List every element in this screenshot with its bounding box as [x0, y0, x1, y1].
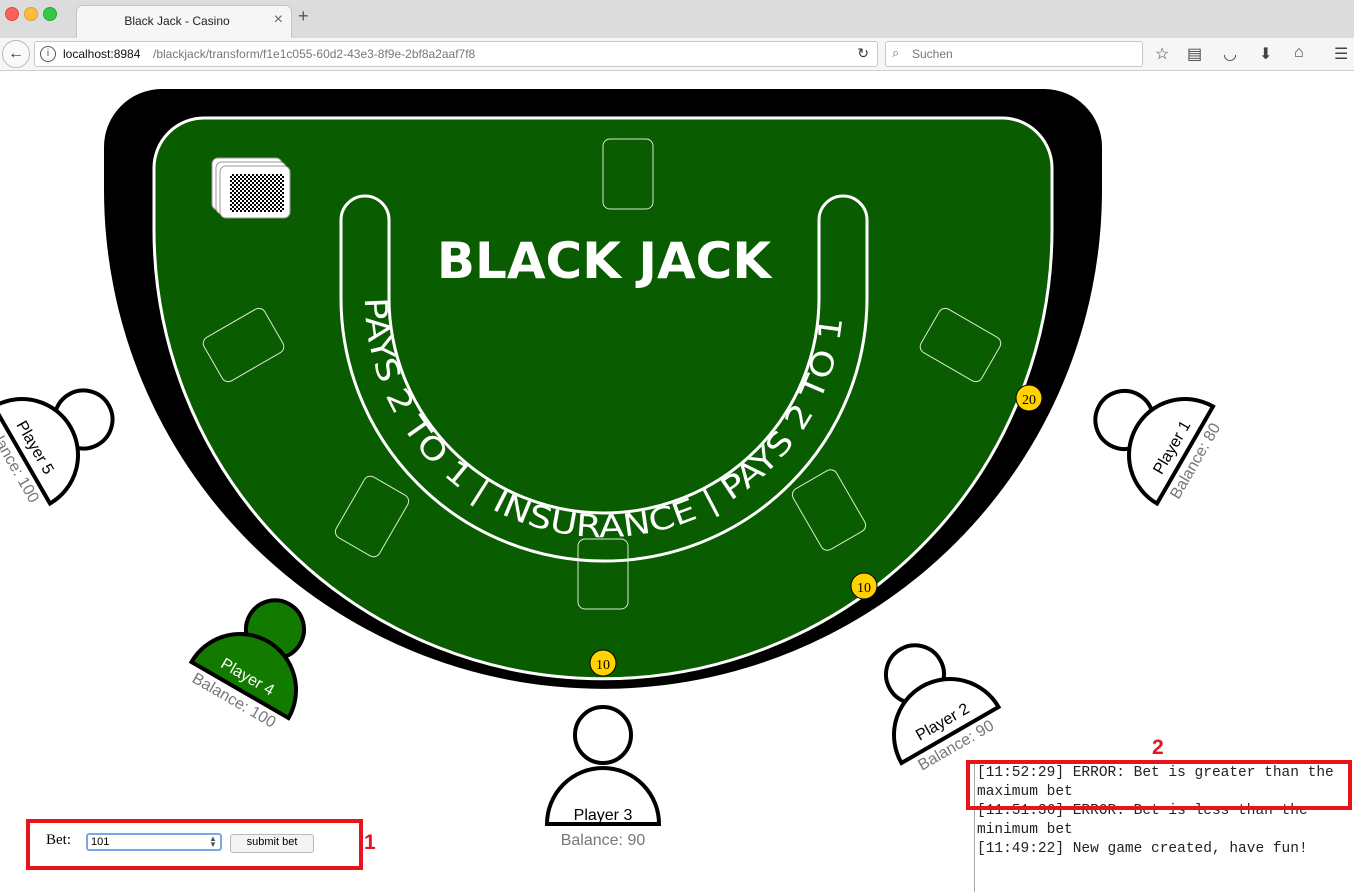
browser-toolbar: ← i localhost:8984 /blackjack/transform/… — [0, 38, 1354, 71]
player-balance: Balance: 90 — [561, 832, 646, 849]
back-button[interactable]: ← — [2, 40, 30, 68]
player-seat-4: Player 4 Balance: 100 — [188, 598, 306, 732]
svg-text:10: 10 — [596, 658, 610, 673]
card-deck[interactable] — [211, 157, 291, 219]
bet-annotation-number: 1 — [364, 831, 376, 854]
player-name: Player 3 — [574, 807, 633, 824]
maximize-window-button[interactable] — [43, 7, 57, 21]
reading-list-icon[interactable]: ▤ — [1187, 44, 1202, 64]
tab-title: Black Jack - Casino — [124, 14, 230, 28]
menu-icon[interactable]: ☰ — [1334, 44, 1348, 64]
chip: 10 — [589, 649, 617, 677]
player-seat-3: Player 3 Balance: 90 — [544, 705, 662, 849]
url-path: /blackjack/transform/f1e1c055-60d2-43e3-… — [153, 47, 476, 61]
search-bar[interactable]: ⌕ Suchen — [885, 41, 1143, 67]
browser-tab[interactable]: Black Jack - Casino × — [76, 5, 292, 39]
download-icon[interactable]: ⬇ — [1259, 44, 1272, 64]
minimize-window-button[interactable] — [24, 7, 38, 21]
url-host: localhost:8984 — [63, 47, 141, 61]
table-title: BLACK JACK — [437, 232, 774, 290]
search-placeholder: Suchen — [912, 47, 953, 61]
svg-text:10: 10 — [857, 581, 871, 596]
chip: 10 — [850, 572, 878, 600]
svg-text:20: 20 — [1022, 393, 1036, 408]
player-avatar-head — [573, 705, 633, 765]
home-icon[interactable]: ⌂ — [1294, 44, 1304, 62]
chip: 20 — [1015, 384, 1043, 412]
browser-tab-strip: Black Jack - Casino × + — [0, 0, 1354, 39]
player-seat-2: Player 2 Balance: 90 — [884, 643, 1002, 774]
new-tab-icon[interactable]: + — [298, 6, 309, 27]
player-seat-1: Player 1 Balance: 80 — [1093, 389, 1224, 507]
bet-annotation-box — [26, 819, 363, 870]
player-seat-5: Player 5 Balance: 100 — [0, 388, 115, 507]
url-bar[interactable]: i localhost:8984 /blackjack/transform/f1… — [34, 41, 878, 67]
log-annotation-box — [966, 760, 1352, 810]
close-window-button[interactable] — [5, 7, 19, 21]
reload-icon[interactable]: ↻ — [857, 45, 869, 62]
pocket-icon[interactable]: ◡ — [1223, 44, 1237, 64]
info-icon[interactable]: i — [40, 46, 56, 62]
search-icon: ⌕ — [892, 45, 900, 60]
log-annotation-number: 2 — [1152, 736, 1164, 759]
log-entry: [11:49:22] New game created, have fun! — [977, 841, 1308, 857]
close-tab-icon[interactable]: × — [274, 11, 283, 29]
bookmark-star-icon[interactable]: ☆ — [1155, 44, 1169, 64]
